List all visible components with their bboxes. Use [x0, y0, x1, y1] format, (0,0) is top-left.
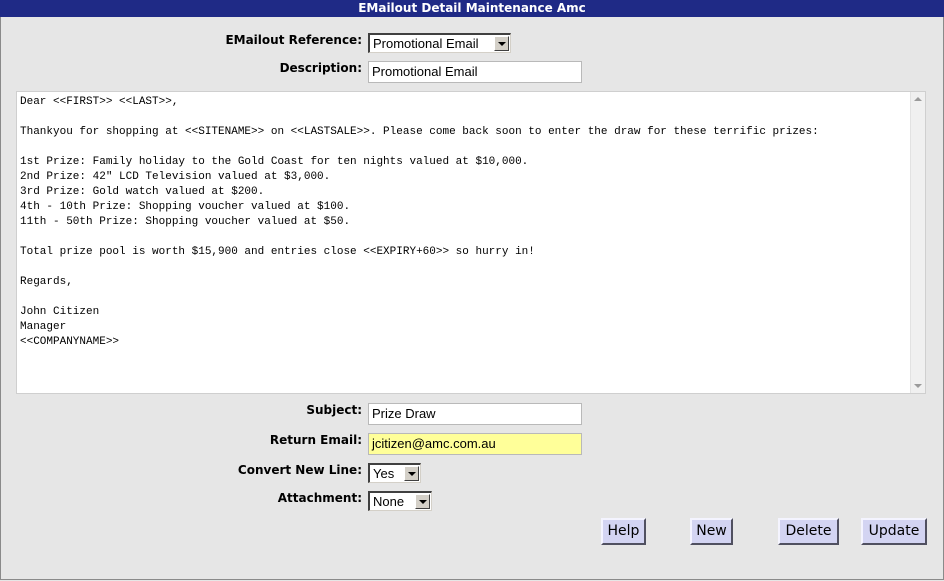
attachment-select[interactable]: None: [368, 491, 432, 511]
reference-label: EMailout Reference:: [225, 33, 362, 47]
attachment-value: None: [373, 494, 405, 509]
delete-button[interactable]: Delete: [778, 518, 839, 545]
convert-new-line-value: Yes: [373, 466, 395, 481]
body-scrollbar[interactable]: [910, 92, 925, 393]
email-body-textarea[interactable]: Dear <<FIRST>> <<LAST>>, Thankyou for sh…: [16, 91, 926, 394]
new-button[interactable]: New: [690, 518, 733, 545]
return-email-label: Return Email:: [269, 433, 362, 447]
update-button[interactable]: Update: [861, 518, 927, 545]
convert-new-line-label: Convert New Line:: [237, 463, 362, 477]
reference-select[interactable]: Promotional Email: [368, 33, 511, 53]
subject-input[interactable]: Prize Draw: [368, 403, 582, 425]
return-email-input[interactable]: jcitizen@amc.com.au: [368, 433, 582, 455]
scroll-up-icon[interactable]: [914, 97, 922, 101]
chevron-down-icon[interactable]: [404, 466, 419, 481]
email-body-text: Dear <<FIRST>> <<LAST>>, Thankyou for sh…: [20, 96, 819, 348]
chevron-down-icon[interactable]: [494, 36, 509, 51]
attachment-label: Attachment:: [277, 491, 362, 505]
subject-label: Subject:: [306, 403, 362, 417]
window-title: EMailout Detail Maintenance Amc: [0, 0, 944, 17]
description-input[interactable]: Promotional Email: [368, 61, 582, 83]
description-label: Description:: [279, 61, 362, 75]
scroll-down-icon[interactable]: [914, 384, 922, 388]
reference-value: Promotional Email: [373, 36, 479, 51]
convert-new-line-select[interactable]: Yes: [368, 463, 421, 483]
help-button[interactable]: Help: [601, 518, 646, 545]
chevron-down-icon[interactable]: [415, 494, 430, 509]
